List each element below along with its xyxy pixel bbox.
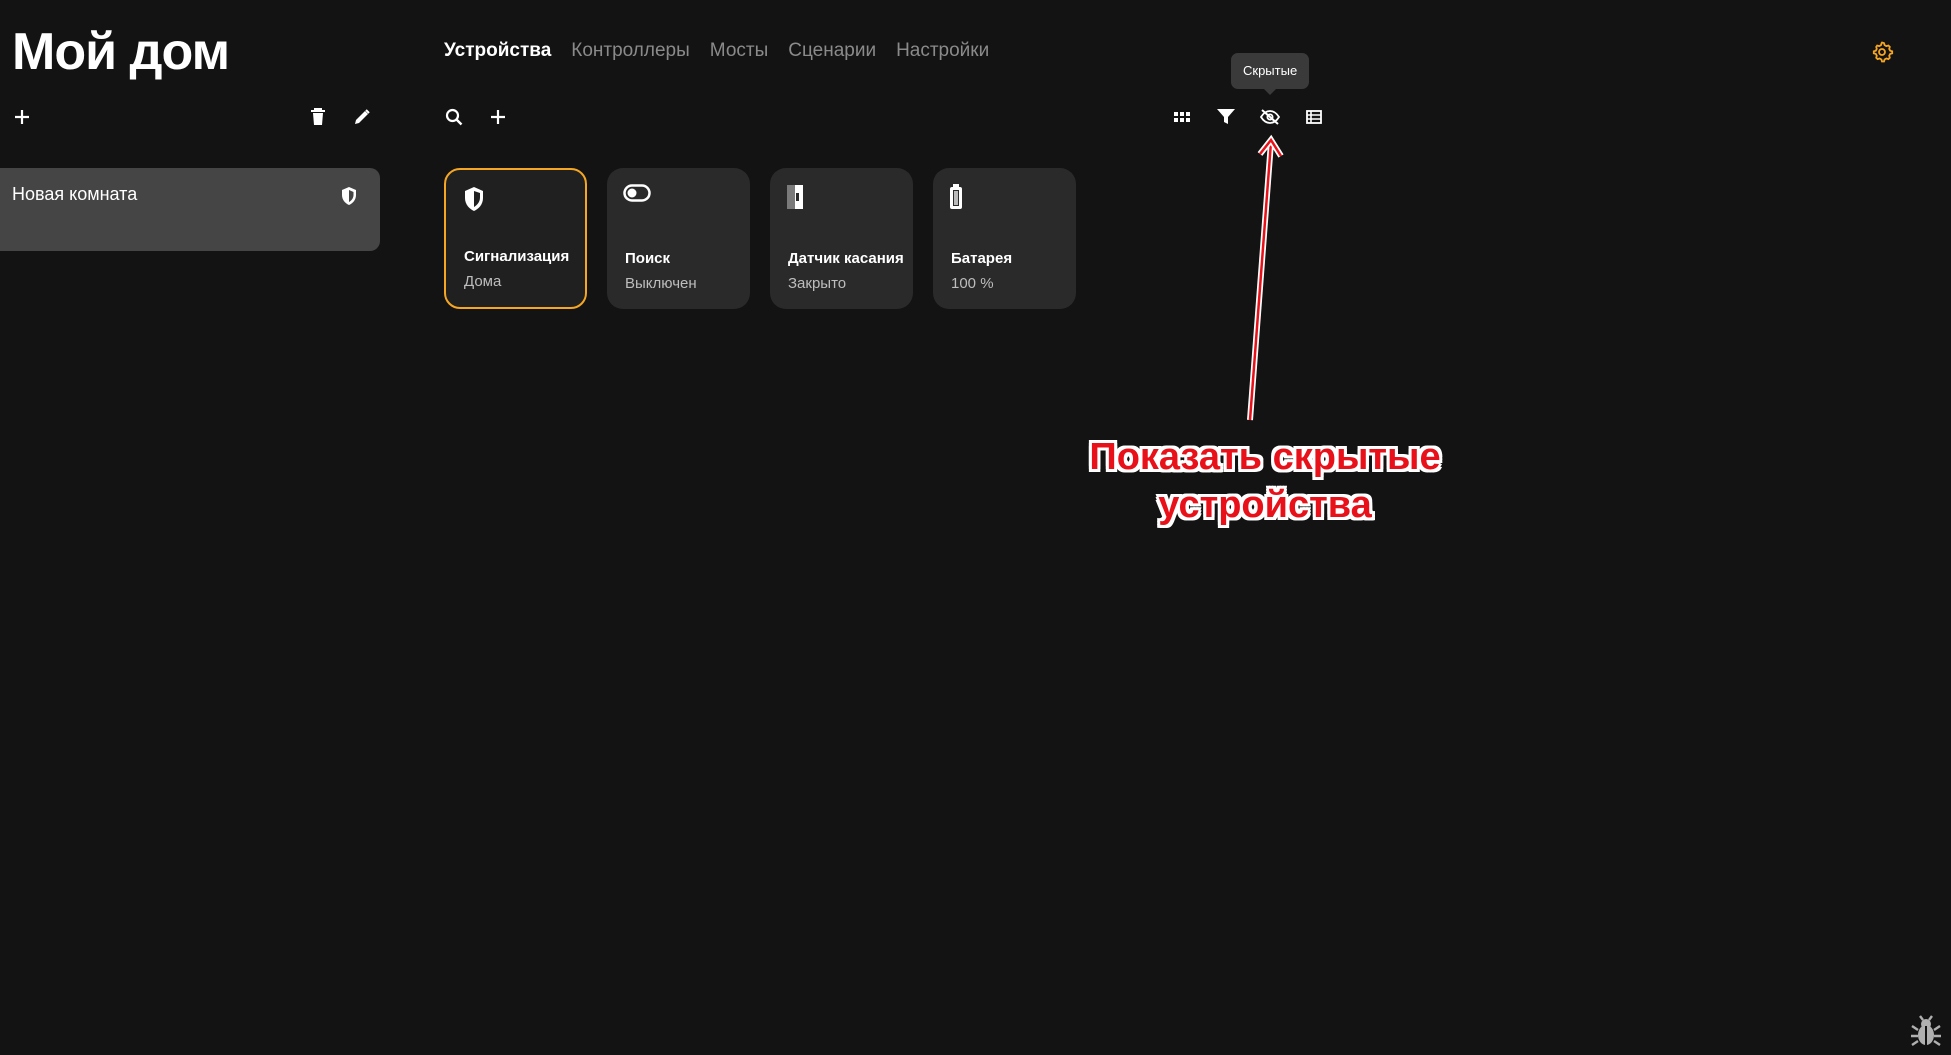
device-card-touch-sensor[interactable]: Датчик касания Закрыто [770,168,913,309]
grid-view-button[interactable] [1168,103,1196,131]
pencil-icon [355,109,370,124]
plus-icon [15,110,29,124]
device-name: Датчик касания [788,250,904,267]
grid-icon [1174,112,1190,122]
tab-scenarios[interactable]: Сценарии [788,38,876,64]
add-room-button[interactable] [8,103,36,131]
shield-icon [462,186,490,214]
add-device-button[interactable] [484,103,512,131]
plus-icon [491,110,505,124]
room-card[interactable]: Новая комната [0,168,380,251]
battery-icon [949,184,977,212]
list-icon [1306,110,1322,124]
device-name: Батарея [951,250,1013,267]
filter-button[interactable] [1212,103,1240,131]
annotation-text: Показать скрытые устройства [1080,433,1450,529]
device-card-battery[interactable]: Батарея 100 % [933,168,1076,309]
device-state: Выключен [625,275,697,292]
annotation-arrow [1247,134,1284,421]
tooltip-arrow [1263,88,1277,95]
gear-icon[interactable] [1870,40,1894,64]
tab-devices[interactable]: Устройства [444,38,551,64]
trash-icon [311,108,325,125]
delete-room-button[interactable] [304,103,332,131]
room-name: Новая комната [12,184,138,204]
page-title: Мой дом [12,23,230,81]
search-icon [445,108,463,126]
tab-settings[interactable]: Настройки [896,38,989,64]
tab-bridges[interactable]: Мосты [710,38,768,64]
main-tabs: Устройства Контроллеры Мосты Сценарии На… [444,38,989,64]
annotation-line-2: устройства [1158,484,1372,526]
annotation-line-1: Показать скрытые [1089,436,1441,478]
tooltip: Скрытые [1231,53,1310,89]
device-card-search[interactable]: Поиск Выключен [607,168,750,309]
device-card-alarm[interactable]: Сигнализация Дома [444,168,587,309]
toggle-icon [623,184,651,212]
eye-off-icon [1260,109,1280,125]
shield-icon [340,186,360,206]
tab-controllers[interactable]: Контроллеры [571,38,690,64]
device-name: Сигнализация [464,248,570,265]
search-button[interactable] [440,103,468,131]
list-view-button[interactable] [1300,103,1328,131]
edit-room-button[interactable] [348,103,376,131]
device-state: 100 % [951,275,994,292]
device-state: Дома [464,273,502,290]
bug-icon[interactable] [1908,1014,1944,1050]
door-sensor-icon [786,184,814,212]
device-name: Поиск [625,250,671,267]
filter-icon [1217,109,1235,124]
show-hidden-button[interactable] [1256,103,1284,131]
device-state: Закрыто [788,275,847,292]
